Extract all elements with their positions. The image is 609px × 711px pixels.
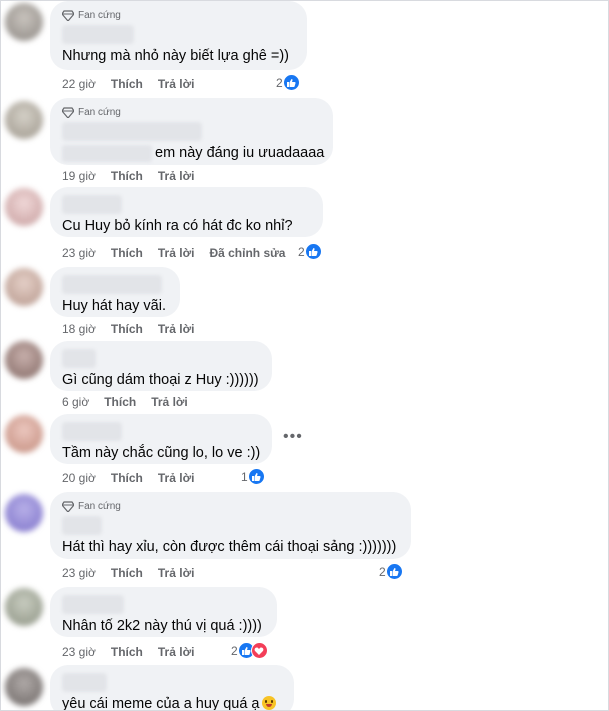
comment-text: Gì cũng dám thoại z Huy :)))))) (62, 372, 259, 388)
mentioned-name[interactable] (62, 144, 152, 162)
reaction-count: 1 (241, 469, 248, 484)
comment-bubble: Tầm này chắc cũng lo, lo ve :)) (50, 414, 272, 464)
comment-thread: Fan cứng Nhưng mà nhỏ này biết lựa ghê =… (0, 0, 609, 711)
reply-button[interactable]: Trả lời (158, 645, 195, 659)
avatar[interactable] (5, 268, 43, 306)
thumbs-up-icon (304, 243, 322, 260)
comment-bubble: Cu Huy bỏ kính ra có hát đc ko nhỉ? (50, 187, 323, 237)
reaction-summary[interactable]: 1 (241, 468, 265, 485)
reply-button[interactable]: Trả lời (158, 169, 195, 183)
avatar[interactable] (5, 3, 43, 41)
comment-bubble: Fan cứng Nhưng mà nhỏ này biết lựa ghê =… (50, 1, 307, 70)
diamond-icon (62, 107, 74, 118)
comment-time[interactable]: 19 giờ (62, 169, 96, 183)
heart-icon (250, 642, 268, 659)
comment-time[interactable]: 23 giờ (62, 645, 96, 659)
avatar[interactable] (5, 588, 43, 626)
like-button[interactable]: Thích (111, 566, 143, 580)
comment-time[interactable]: 22 giờ (62, 77, 96, 91)
author-name[interactable] (62, 349, 96, 368)
reaction-count: 2 (298, 244, 305, 259)
comment-actions: 19 giờ Thích Trả lời (62, 168, 209, 184)
thumbs-up-icon (247, 468, 265, 485)
comment-bubble: Fan cứng em này đáng iu ưuadaaaa (50, 98, 333, 165)
fan-badge-label: Fan cứng (78, 10, 121, 21)
comment-text: em này đáng iu ưuadaaaa (155, 145, 325, 161)
comment-bubble: yêu cái meme của a huy quá ạ (50, 665, 294, 711)
avatar[interactable] (5, 668, 43, 706)
like-button[interactable]: Thích (104, 395, 136, 409)
comment-text: yêu cái meme của a huy quá ạ (62, 696, 260, 711)
diamond-icon (62, 501, 74, 512)
comment-text: Nhân tố 2k2 này thú vị quá :)))) (62, 618, 262, 634)
comment-time[interactable]: 18 giờ (62, 322, 96, 336)
comment-actions: 23 giờ Thích Trả lời Đã chỉnh sửa (62, 245, 300, 261)
comment-actions: 23 giờ Thích Trả lời (62, 565, 209, 581)
comment-time[interactable]: 23 giờ (62, 246, 96, 260)
reaction-count: 2 (379, 564, 386, 579)
reply-button[interactable]: Trả lời (151, 395, 188, 409)
comment-actions: 20 giờ Thích Trả lời (62, 470, 209, 486)
like-button[interactable]: Thích (111, 645, 143, 659)
comment-time[interactable]: 23 giờ (62, 566, 96, 580)
reaction-count: 2 (231, 643, 238, 658)
author-name[interactable] (62, 25, 134, 44)
comment-bubble: Fan cứng Hát thì hay xỉu, còn được thêm … (50, 492, 411, 559)
thumbs-up-icon (282, 74, 300, 91)
comment-text: Huy hát hay vãi. (62, 298, 166, 314)
like-button[interactable]: Thích (111, 169, 143, 183)
diamond-icon (62, 10, 74, 21)
reaction-summary[interactable]: 2 (276, 74, 300, 91)
fan-badge: Fan cứng (62, 106, 321, 119)
reply-button[interactable]: Trả lời (158, 322, 195, 336)
author-name[interactable] (62, 122, 202, 141)
avatar[interactable] (5, 494, 43, 532)
author-name[interactable] (62, 422, 122, 441)
comment-actions: 22 giờ Thích Trả lời (62, 76, 209, 92)
like-button[interactable]: Thích (111, 322, 143, 336)
like-button[interactable]: Thích (111, 471, 143, 485)
avatar[interactable] (5, 101, 43, 139)
fan-badge-label: Fan cứng (78, 107, 121, 118)
author-name[interactable] (62, 275, 162, 294)
thumbs-up-icon (385, 563, 403, 580)
comment-bubble: Huy hát hay vãi. (50, 267, 180, 317)
author-name[interactable] (62, 195, 122, 214)
more-options-icon[interactable]: ••• (283, 428, 303, 446)
author-name[interactable] (62, 673, 107, 692)
reply-button[interactable]: Trả lời (158, 246, 195, 260)
avatar[interactable] (5, 188, 43, 226)
reply-button[interactable]: Trả lời (158, 566, 195, 580)
comment-text: Tầm này chắc cũng lo, lo ve :)) (62, 445, 261, 461)
reply-button[interactable]: Trả lời (158, 471, 195, 485)
avatar[interactable] (5, 415, 43, 453)
fan-badge-label: Fan cứng (78, 501, 121, 512)
author-name[interactable] (62, 595, 124, 614)
comment-actions: 23 giờ Thích Trả lời (62, 644, 209, 660)
reaction-summary[interactable]: 2 (298, 243, 322, 260)
comment-bubble: Nhân tố 2k2 này thú vị quá :)))) (50, 587, 277, 637)
like-button[interactable]: Thích (111, 77, 143, 91)
fan-badge: Fan cứng (62, 9, 295, 22)
reaction-count: 2 (276, 75, 283, 90)
comment-text: Cu Huy bỏ kính ra có hát đc ko nhỉ? (62, 218, 293, 234)
reply-button[interactable]: Trả lời (158, 77, 195, 91)
like-button[interactable]: Thích (111, 246, 143, 260)
comment-time[interactable]: 6 giờ (62, 395, 89, 409)
comment-actions: 6 giờ Thích Trả lời (62, 394, 203, 410)
comment-text: Hát thì hay xỉu, còn được thêm cái thoại… (62, 539, 397, 555)
reaction-summary[interactable]: 2 (379, 563, 403, 580)
grinning-face-emoji (262, 696, 277, 710)
comment-text: Nhưng mà nhỏ này biết lựa ghê =)) (62, 48, 289, 64)
author-name[interactable] (62, 516, 102, 535)
comment-actions: 18 giờ Thích Trả lời (62, 321, 209, 337)
comment-bubble: Gì cũng dám thoại z Huy :)))))) (50, 341, 272, 391)
avatar[interactable] (5, 341, 43, 379)
fan-badge: Fan cứng (62, 500, 399, 513)
edited-label[interactable]: Đã chỉnh sửa (209, 246, 285, 260)
comment-time[interactable]: 20 giờ (62, 471, 96, 485)
reaction-summary[interactable]: 2 (231, 642, 268, 659)
